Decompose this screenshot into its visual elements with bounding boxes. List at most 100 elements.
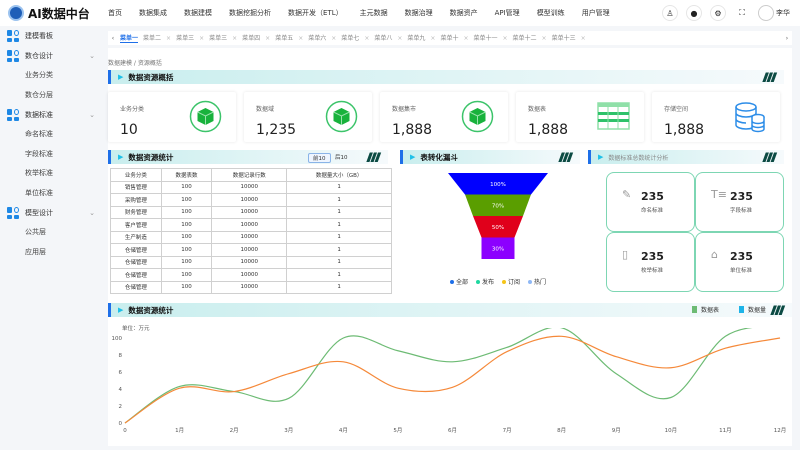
close-icon[interactable]: × [581, 35, 586, 42]
sidebar-item[interactable]: 字段标准 [0, 145, 105, 165]
nav-item[interactable]: 数据资产 [450, 8, 478, 18]
close-icon[interactable]: × [331, 35, 336, 42]
nav-item[interactable]: 模型训练 [537, 8, 565, 18]
fullscreen-icon[interactable]: ⛶ [734, 5, 750, 21]
x-tick-label: 7月 [503, 427, 512, 434]
close-icon[interactable]: × [232, 35, 237, 42]
grid-icon [7, 207, 19, 219]
legend-item[interactable]: 全部 [450, 277, 468, 286]
tab-label: 菜单九 [407, 35, 426, 42]
close-icon[interactable]: × [463, 35, 468, 42]
table-icon [597, 100, 630, 133]
close-icon[interactable]: × [166, 35, 171, 42]
tab[interactable]: 菜单三 × [176, 33, 204, 43]
tab-label: 菜单六 [308, 35, 327, 42]
close-icon[interactable]: × [430, 35, 435, 42]
tab[interactable]: 菜单七 × [341, 33, 369, 43]
x-tick-label: 4月 [339, 427, 348, 434]
tab[interactable]: 菜单六 × [308, 33, 336, 43]
nav-item[interactable]: 主元数据 [360, 8, 388, 18]
legend-label: 全部 [456, 279, 469, 286]
legend-item[interactable]: 数据表 [692, 305, 719, 314]
sidebar-item[interactable]: 业务分类 [0, 66, 105, 86]
card-label: 数据集市 [392, 106, 417, 113]
sidebar-item[interactable]: 命名标准 [0, 125, 105, 145]
tab[interactable]: 菜单一 [120, 33, 139, 43]
nav-item[interactable]: 数据开发（ETL） [288, 8, 343, 18]
sidebar-group-label: 建模看板 [25, 32, 53, 40]
table-cell: 100 [160, 205, 213, 219]
standard-card[interactable]: ⌂ 235 单位标准 [695, 232, 784, 292]
close-icon[interactable]: × [542, 35, 547, 42]
legend-item[interactable]: 订阅 [502, 277, 520, 286]
avatar[interactable] [758, 5, 774, 21]
close-icon[interactable]: × [397, 35, 402, 42]
standard-card[interactable]: T≡ 235 字段标准 [695, 172, 784, 232]
table-row: 仓储管理 100 10000 1 [110, 280, 392, 294]
sidebar-item[interactable]: 单位标准 [0, 184, 105, 204]
tab[interactable]: 菜单八 × [374, 33, 402, 43]
bell-icon[interactable]: ● [686, 5, 702, 21]
sidebar-item[interactable]: 应用层 [0, 243, 105, 263]
legend-dot [528, 280, 533, 284]
tab[interactable]: 菜单二 × [143, 33, 171, 43]
table-cell: 仓储管理 [110, 280, 162, 294]
tab[interactable]: 菜单十二 × [513, 33, 547, 43]
overview-header: ▶ 数据资源概括 ▌▌▌ [108, 70, 784, 84]
tab[interactable]: 菜单四 × [242, 33, 270, 43]
close-icon[interactable]: × [503, 35, 508, 42]
table-cell: 客户管理 [110, 218, 162, 232]
chevron-down-icon: ⌄ [89, 209, 95, 217]
tab[interactable]: 菜单九 × [407, 33, 435, 43]
legend-item[interactable]: 发布 [476, 277, 494, 286]
sidebar-item[interactable]: 公共层 [0, 223, 105, 243]
logo-text: AI数据中台 [28, 6, 90, 21]
close-icon[interactable]: × [364, 35, 369, 42]
tab[interactable]: 菜单五 × [275, 33, 303, 43]
standard-value: 235 [641, 190, 664, 203]
y-tick-label: 8 [119, 353, 123, 359]
nav-item[interactable]: 数据集成 [139, 8, 167, 18]
sidebar-group[interactable]: 数据标准 ⌄ [0, 105, 105, 125]
legend-item[interactable]: 数据量 [739, 305, 766, 314]
legend-item[interactable]: 热门 [528, 277, 546, 286]
sidebar-group[interactable]: 数仓设计 ⌄ [0, 46, 105, 66]
close-icon[interactable]: × [298, 35, 303, 42]
x-tick-label: 8月 [557, 427, 566, 434]
card-value: 10 [120, 122, 138, 138]
table-row: 仓储管理 100 10000 1 [110, 255, 392, 269]
gear-icon[interactable]: ⚙ [710, 5, 726, 21]
chevron-down-icon: ⌄ [89, 52, 95, 60]
standard-card[interactable]: ▯ 235 枚举标准 [606, 232, 695, 292]
user-name[interactable]: 李华 [776, 8, 790, 18]
nav-item[interactable]: 用户管理 [582, 8, 610, 18]
tab[interactable]: 菜单十 × [440, 33, 468, 43]
prev-10-button[interactable]: 前10 [308, 153, 331, 163]
chart-legend: 数据表 数据量 [692, 305, 778, 314]
close-icon[interactable]: × [199, 35, 204, 42]
tab[interactable]: 菜单十一 × [473, 33, 507, 43]
standard-label: 枚举标准 [641, 268, 664, 274]
sidebar-item[interactable]: 数仓分层 [0, 86, 105, 106]
card-label: 业务分类 [120, 106, 145, 113]
next-10-button[interactable]: 后10 [335, 153, 348, 161]
sidebar-item[interactable]: 枚举标准 [0, 164, 105, 184]
standard-card[interactable]: ✎ 235 命名标准 [606, 172, 695, 232]
logo[interactable]: AI数据中台 [8, 5, 108, 22]
nav-item[interactable]: 数据治理 [405, 8, 433, 18]
funnel-stage-label: 30% [492, 247, 504, 253]
close-icon[interactable]: × [265, 35, 270, 42]
user-icon[interactable]: ♙ [662, 5, 678, 21]
tab[interactable]: 菜单三 × [209, 33, 237, 43]
tab-scroll-left[interactable]: ‹ [108, 35, 118, 42]
nav-item[interactable]: API管理 [495, 8, 520, 18]
nav-item[interactable]: 数据建模 [184, 8, 212, 18]
table-cell: 100 [160, 280, 213, 294]
nav-item[interactable]: 首页 [108, 8, 122, 18]
nav-item[interactable]: 数据挖掘分析 [229, 8, 271, 18]
tab-scroll-right[interactable]: › [782, 35, 792, 42]
sidebar-group[interactable]: 模型设计 ⌄ [0, 203, 105, 223]
tab[interactable]: 菜单十三 × [552, 33, 586, 43]
overview-card: 数据表 1,888 [516, 92, 644, 142]
sidebar-group[interactable]: 建模看板 [0, 26, 105, 46]
